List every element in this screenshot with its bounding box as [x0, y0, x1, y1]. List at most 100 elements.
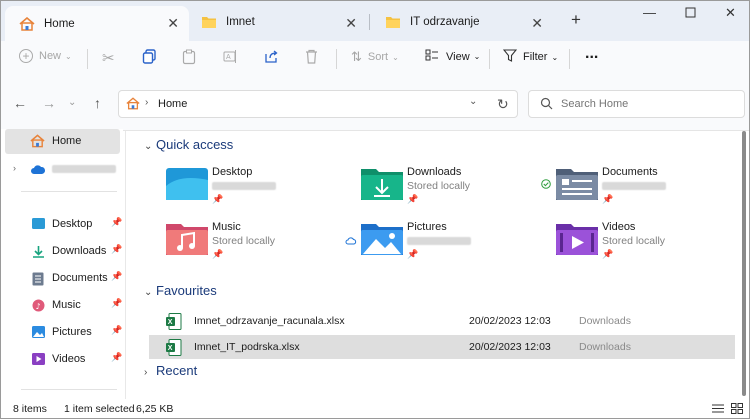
sidebar-item-home[interactable]: Home — [5, 129, 120, 154]
arrow-left-icon: ← — [13, 95, 27, 111]
more-options-button[interactable]: ... — [585, 45, 598, 63]
vertical-scrollbar[interactable] — [742, 131, 746, 396]
pin-icon: 📌 — [111, 271, 123, 281]
clipboard-icon — [182, 49, 196, 68]
back-button[interactable]: ← — [13, 95, 27, 111]
sort-icon: ⇅ — [351, 49, 362, 64]
sidebar-item-label: Videos — [52, 353, 86, 365]
excel-file-icon: X — [166, 339, 182, 356]
quick-access-tile-videos[interactable]: Videos Stored locally 📌 — [536, 219, 726, 267]
chevron-down-icon: ⌄ — [392, 52, 399, 62]
sidebar-item-videos[interactable]: Videos 📌 — [5, 347, 122, 372]
pin-icon: 📌 — [602, 194, 614, 204]
pictures-folder-icon — [361, 221, 403, 257]
search-box[interactable] — [528, 90, 745, 118]
onedrive-label-redacted — [52, 163, 116, 175]
address-bar[interactable]: › Home ⌄ ↻ — [118, 90, 518, 118]
svg-text:♪: ♪ — [36, 302, 41, 311]
share-button[interactable] — [264, 49, 279, 67]
music-folder-icon — [166, 221, 208, 257]
tab-it-odrzavanje[interactable]: IT odrzavanje ✕ — [371, 6, 553, 38]
close-window-button[interactable]: ✕ — [725, 5, 736, 21]
section-title: Recent — [156, 363, 198, 378]
quick-access-tile-documents[interactable]: Documents 📌 — [536, 164, 726, 212]
home-icon — [30, 134, 45, 148]
chevron-down-icon: ⌄ — [144, 141, 153, 152]
folder-icon — [385, 15, 401, 29]
quick-access-tile-downloads[interactable]: Downloads Stored locally 📌 — [341, 164, 531, 212]
cut-button[interactable]: ✂ — [102, 49, 115, 67]
tab-home[interactable]: Home ✕ — [5, 6, 189, 41]
scissors-icon: ✂ — [102, 50, 115, 67]
chevron-down-icon: ⌄ — [473, 52, 481, 61]
copy-button[interactable] — [142, 49, 157, 67]
sidebar-item-documents[interactable]: Documents 📌 — [5, 266, 123, 291]
sidebar-item-music[interactable]: ♪ Music 📌 — [5, 293, 123, 318]
pin-icon: 📌 — [407, 194, 419, 204]
tile-sub: Stored locally — [212, 235, 276, 247]
tab-imnet[interactable]: Imnet ✕ — [187, 6, 367, 38]
forward-button[interactable]: → — [42, 95, 56, 111]
quick-access-tile-pictures[interactable]: Pictures 📌 — [341, 219, 531, 267]
view-button[interactable]: View ⌄ — [425, 49, 480, 64]
favourites-header[interactable]: ⌄ Favourites — [144, 283, 217, 298]
quick-access-tile-desktop[interactable]: Desktop 📌 — [146, 164, 336, 212]
chevron-down-icon: ⌄ — [65, 51, 72, 61]
tile-name: Desktop — [212, 166, 253, 178]
tile-name: Music — [212, 221, 241, 233]
sidebar-item-label: Downloads — [52, 245, 107, 257]
selection-count: 1 item selected — [64, 403, 135, 415]
svg-text:A: A — [226, 54, 231, 61]
recent-locations-button[interactable]: ⌄ — [68, 97, 76, 108]
chevron-right-icon: › — [145, 97, 149, 108]
file-name: Imnet_IT_podrska.xlsx — [194, 341, 300, 353]
sidebar-item-downloads[interactable]: Downloads 📌 — [5, 239, 123, 264]
close-tab-icon[interactable]: ✕ — [167, 15, 179, 32]
document-icon — [32, 272, 45, 286]
new-button[interactable]: + New ⌄ — [19, 49, 72, 63]
sidebar-item-pictures[interactable]: Pictures 📌 — [5, 320, 122, 345]
sidebar-item-onedrive[interactable]: › — [5, 157, 120, 182]
pin-icon: 📌 — [212, 249, 224, 259]
tiles-view-button[interactable] — [731, 403, 743, 417]
sidebar-item-desktop[interactable]: Desktop 📌 — [5, 212, 122, 237]
tile-sub: Stored locally — [407, 180, 471, 192]
delete-button[interactable] — [305, 49, 318, 67]
filter-button[interactable]: Filter ⌄ — [502, 49, 558, 65]
close-tab-icon[interactable]: ✕ — [345, 15, 357, 32]
chevron-down-icon[interactable]: ⌄ — [469, 96, 477, 107]
selection-size: 6,25 KB — [136, 403, 174, 415]
sort-button[interactable]: ⇅ Sort ⌄ — [351, 49, 399, 65]
quick-access-header[interactable]: ⌄ Quick access — [144, 137, 233, 152]
file-row[interactable]: X Imnet_odrzavanje_racunala.xlsx 20/02/2… — [149, 309, 735, 333]
pin-icon: 📌 — [111, 298, 123, 308]
close-tab-icon[interactable]: ✕ — [531, 15, 543, 32]
up-button[interactable]: ↑ — [94, 95, 101, 111]
new-label: New — [39, 50, 62, 62]
rename-icon: A — [223, 49, 238, 67]
paste-button[interactable] — [182, 49, 196, 68]
rename-button[interactable]: A — [223, 49, 238, 67]
quick-access-tile-music[interactable]: Music Stored locally 📌 — [146, 219, 336, 267]
details-view-button[interactable] — [712, 403, 724, 417]
search-input[interactable] — [561, 95, 731, 113]
minimize-button[interactable]: — — [643, 5, 656, 20]
downloads-folder-icon — [361, 166, 403, 202]
chevron-right-icon: › — [144, 367, 148, 378]
file-location: Downloads — [579, 315, 631, 327]
arrow-right-icon: → — [42, 95, 56, 111]
folder-icon — [201, 15, 217, 29]
breadcrumb[interactable]: Home — [158, 98, 187, 110]
pin-icon: 📌 — [602, 249, 614, 259]
arrow-up-icon: ↑ — [94, 95, 101, 111]
pin-icon: 📌 — [111, 244, 123, 254]
maximize-button[interactable] — [685, 6, 696, 21]
recent-header[interactable]: › Recent — [144, 363, 197, 378]
refresh-icon[interactable]: ↻ — [497, 96, 509, 113]
sidebar-item-label: Home — [52, 135, 82, 147]
tile-sub-redacted — [407, 235, 471, 247]
file-row-selected[interactable]: X Imnet_IT_podrska.xlsx 20/02/2023 12:03… — [149, 335, 735, 359]
new-tab-button[interactable]: + — [571, 10, 581, 30]
chevron-down-icon: ⌄ — [68, 97, 77, 108]
chevron-right-icon[interactable]: › — [13, 163, 16, 173]
